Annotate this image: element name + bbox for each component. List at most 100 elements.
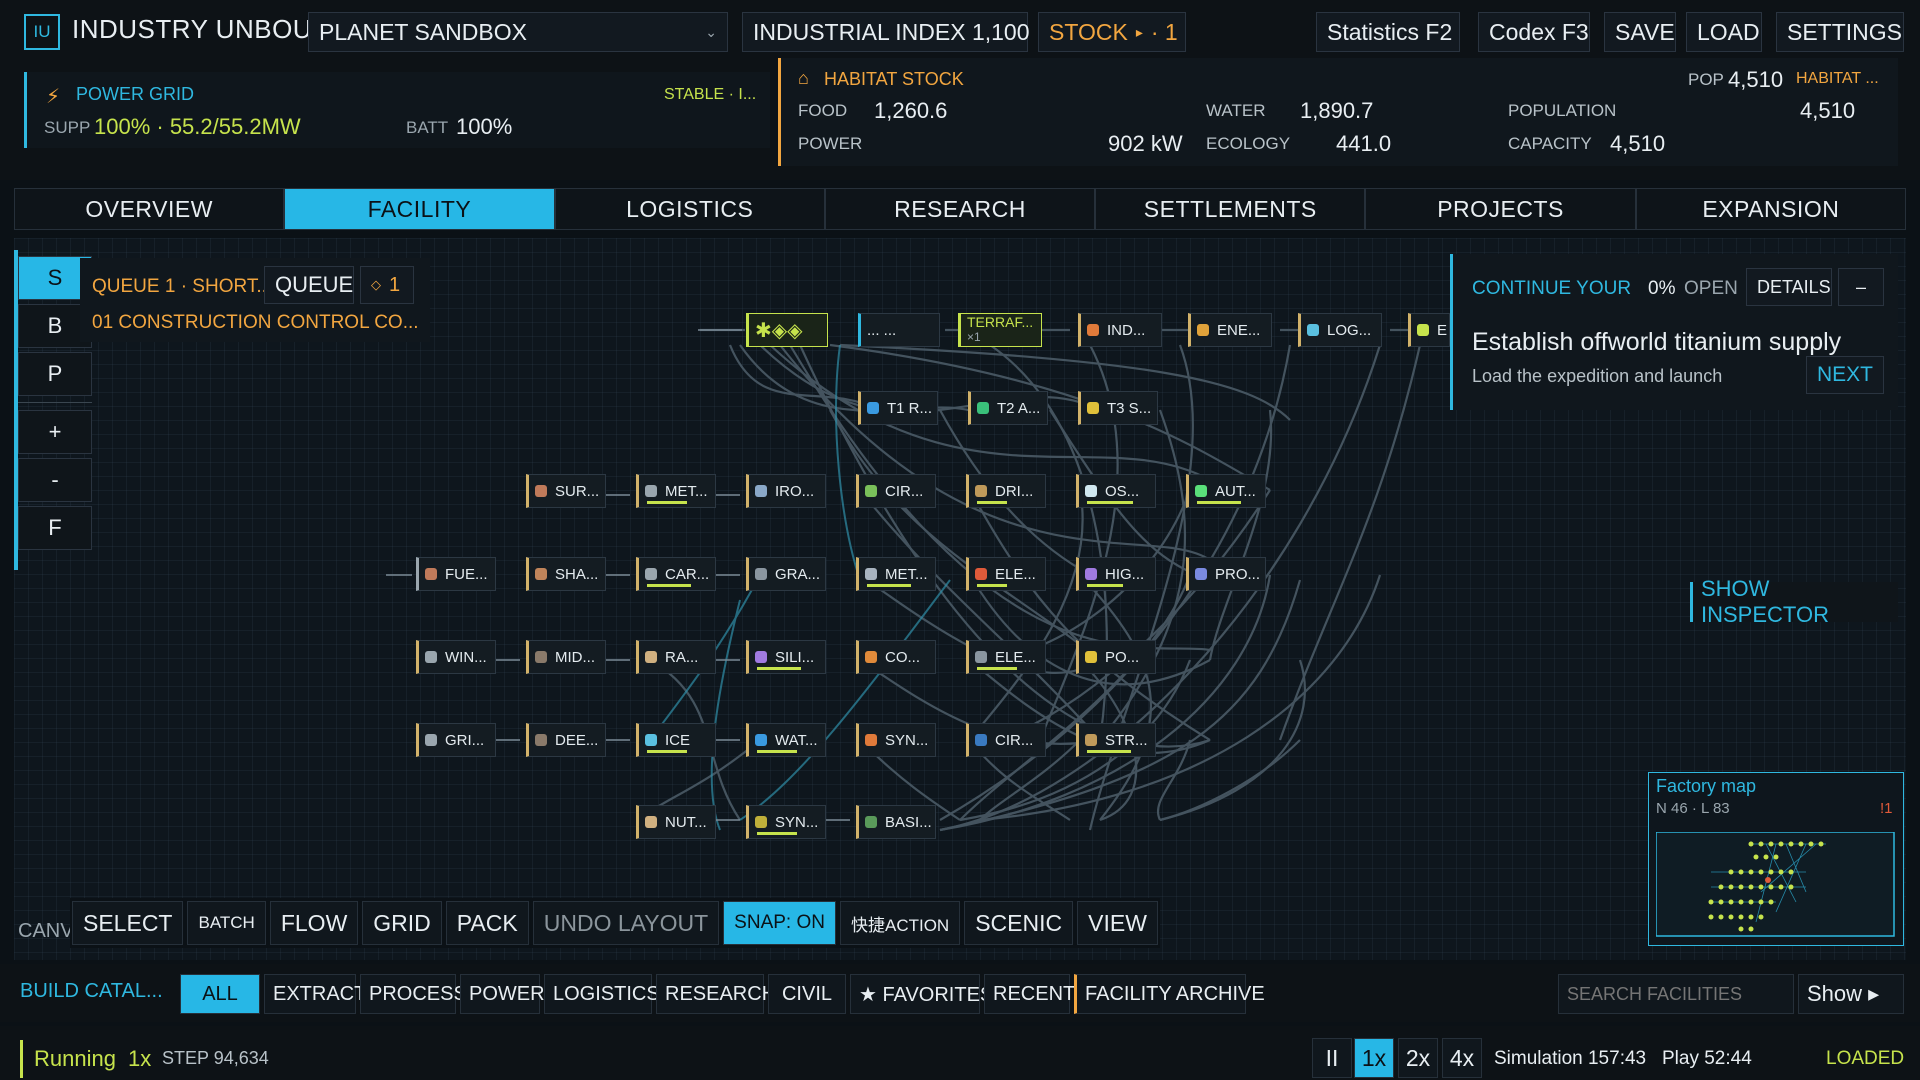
toolbar-batch-button[interactable]: BATCH bbox=[187, 901, 266, 945]
tab-projects[interactable]: PROJECTS bbox=[1365, 188, 1636, 230]
toolbar-snap-toggle[interactable]: SNAP: ON bbox=[723, 901, 836, 945]
queue-button[interactable]: QUEUE bbox=[264, 266, 354, 304]
minimap-view[interactable] bbox=[1656, 832, 1896, 938]
facility-node[interactable]: IRO... bbox=[746, 474, 826, 508]
toolbar-view-button[interactable]: VIEW bbox=[1077, 901, 1158, 945]
tab-facility[interactable]: FACILITY bbox=[284, 188, 555, 230]
statistics-button[interactable]: Statistics F2 bbox=[1316, 12, 1460, 52]
facility-node[interactable]: CIR... bbox=[966, 723, 1046, 757]
search-facilities-input[interactable] bbox=[1558, 974, 1794, 1014]
catalog-filter-archive[interactable]: FACILITY ARCHIVE bbox=[1074, 974, 1265, 1014]
node-label: SILI... bbox=[775, 648, 815, 666]
catalog-filter-favorites[interactable]: ★ FAVORITES bbox=[850, 974, 993, 1014]
facility-node[interactable]: SILI... bbox=[746, 640, 826, 674]
details-button[interactable]: DETAILS bbox=[1746, 268, 1832, 306]
speed-1x-button[interactable]: 1x bbox=[1354, 1038, 1394, 1078]
facility-node[interactable]: AUT... bbox=[1186, 474, 1266, 508]
collapse-button[interactable]: – bbox=[1838, 268, 1884, 306]
toolbar-scenic-button[interactable]: SCENIC bbox=[964, 901, 1074, 945]
tab-overview[interactable]: OVERVIEW bbox=[14, 188, 285, 230]
next-button[interactable]: NEXT bbox=[1806, 356, 1884, 394]
facility-node[interactable]: ICE bbox=[636, 723, 716, 757]
facility-node[interactable]: CO... bbox=[856, 640, 936, 674]
speed-4x-button[interactable]: 4x bbox=[1442, 1038, 1482, 1078]
catalog-filter-process[interactable]: PROCESS bbox=[360, 974, 467, 1014]
facility-node[interactable]: DEE... bbox=[526, 723, 606, 757]
facility-node[interactable]: PO... bbox=[1076, 640, 1156, 674]
facility-node[interactable]: E bbox=[1408, 313, 1450, 347]
facility-node[interactable]: WAT... bbox=[746, 723, 826, 757]
facility-node[interactable]: FUE... bbox=[416, 557, 496, 591]
save-button[interactable]: SAVE bbox=[1604, 12, 1676, 52]
facility-node[interactable]: SUR... bbox=[526, 474, 606, 508]
facility-node[interactable]: SHA... bbox=[526, 557, 606, 591]
facility-node[interactable]: MID... bbox=[526, 640, 606, 674]
facility-node[interactable]: ELE... bbox=[966, 557, 1046, 591]
facility-node[interactable]: GRI... bbox=[416, 723, 496, 757]
toolbar-flow-button[interactable]: FLOW bbox=[269, 901, 359, 945]
facility-node[interactable]: LOG... bbox=[1298, 313, 1382, 347]
facility-node[interactable]: STR... bbox=[1076, 723, 1156, 757]
habitat-link[interactable]: HABITAT ... bbox=[1796, 70, 1879, 88]
load-button[interactable]: LOAD bbox=[1686, 12, 1762, 52]
facility-node[interactable]: DRI... bbox=[966, 474, 1046, 508]
zoom-in-button[interactable]: + bbox=[18, 410, 92, 454]
speed-2x-button[interactable]: 2x bbox=[1398, 1038, 1438, 1078]
queue-item[interactable]: 01 CONSTRUCTION CONTROL CO... bbox=[92, 312, 419, 334]
toolbar-undo-layout-button[interactable]: UNDO LAYOUT bbox=[532, 901, 720, 945]
facility-node[interactable]: HIG... bbox=[1076, 557, 1156, 591]
progress-bar bbox=[1087, 584, 1123, 587]
planet-select[interactable]: PLANET SANDBOX ⌄ bbox=[308, 12, 728, 52]
tab-expansion[interactable]: EXPANSION bbox=[1635, 188, 1906, 230]
catalog-filter-all[interactable]: ALL bbox=[180, 974, 260, 1014]
facility-node[interactable]: IND... bbox=[1078, 313, 1162, 347]
settings-button[interactable]: SETTINGS bbox=[1776, 12, 1904, 52]
progress-bar bbox=[977, 584, 1007, 587]
show-inspector-button[interactable]: SHOW INSPECTOR bbox=[1690, 576, 1898, 627]
facility-node[interactable]: ... ... bbox=[858, 313, 940, 347]
facility-node[interactable]: NUT... bbox=[636, 805, 716, 839]
codex-button[interactable]: Codex F3 bbox=[1478, 12, 1590, 52]
toolbar-grid-button[interactable]: GRID bbox=[362, 901, 442, 945]
facility-node[interactable]: SYN... bbox=[856, 723, 936, 757]
facility-node[interactable]: MET... bbox=[856, 557, 936, 591]
node-label: ICE bbox=[665, 731, 691, 749]
tool-pan[interactable]: P bbox=[18, 352, 92, 396]
fit-view-button[interactable]: F bbox=[18, 506, 92, 550]
toolbar-pack-button[interactable]: PACK bbox=[445, 901, 529, 945]
facility-node[interactable]: RA... bbox=[636, 640, 716, 674]
catalog-show-button[interactable]: Show ▸ bbox=[1798, 974, 1904, 1014]
tab-research[interactable]: RESEARCH bbox=[824, 188, 1096, 230]
toolbar-quick-action-button[interactable]: 快捷ACTION bbox=[839, 901, 961, 945]
catalog-filter-logistics[interactable]: LOGISTICS bbox=[544, 974, 660, 1014]
catalog-filter-civil[interactable]: CIVIL bbox=[768, 974, 846, 1014]
facility-node[interactable]: CAR... bbox=[636, 557, 716, 591]
stock-button[interactable]: STOCK ▸ · 1 bbox=[1038, 12, 1186, 52]
pause-button[interactable]: II bbox=[1312, 1038, 1352, 1078]
queue-badge[interactable]: ◇ 1 bbox=[360, 266, 414, 304]
catalog-filter-extract[interactable]: EXTRACT bbox=[264, 974, 366, 1014]
facility-node[interactable]: MET... bbox=[636, 474, 716, 508]
tab-logistics[interactable]: LOGISTICS bbox=[554, 188, 825, 230]
facility-node[interactable]: ENE... bbox=[1188, 313, 1272, 347]
facility-node[interactable]: GRA... bbox=[746, 557, 826, 591]
facility-node[interactable]: CIR... bbox=[856, 474, 936, 508]
facility-node[interactable]: SYN... bbox=[746, 805, 826, 839]
facility-node[interactable]: WIN... bbox=[416, 640, 496, 674]
facility-node[interactable]: T2 A... bbox=[968, 391, 1048, 425]
facility-node[interactable]: BASI... bbox=[856, 805, 936, 839]
facility-node[interactable]: PRO... bbox=[1186, 557, 1266, 591]
catalog-filter-power[interactable]: POWER bbox=[460, 974, 545, 1014]
zoom-out-button[interactable]: - bbox=[18, 458, 92, 502]
catalog-filter-research[interactable]: RESEARCH bbox=[656, 974, 776, 1014]
tab-settlements[interactable]: SETTLEMENTS bbox=[1095, 188, 1366, 230]
build-catalog-title[interactable]: BUILD CATAL... bbox=[20, 980, 163, 1003]
facility-node[interactable]: ELE... bbox=[966, 640, 1046, 674]
catalog-filter-recent[interactable]: RECENT bbox=[984, 974, 1075, 1014]
facility-node[interactable]: T3 S... bbox=[1078, 391, 1158, 425]
facility-node[interactable]: T1 R... bbox=[858, 391, 938, 425]
facility-node-terraform[interactable]: TERRAF... ×1 bbox=[958, 313, 1042, 347]
toolbar-select-button[interactable]: SELECT bbox=[72, 901, 184, 945]
facility-node[interactable]: OS... bbox=[1076, 474, 1156, 508]
facility-node-hub[interactable]: ✱◈◈ bbox=[746, 313, 828, 347]
